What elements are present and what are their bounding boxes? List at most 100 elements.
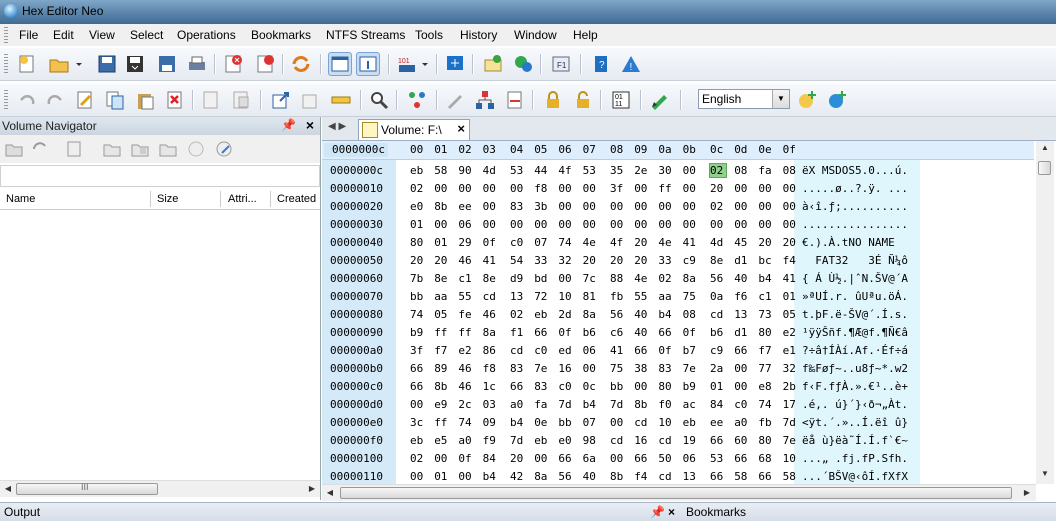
new-file-button[interactable] bbox=[16, 53, 38, 75]
hex-byte[interactable]: 66 bbox=[710, 434, 726, 447]
ascii-text[interactable]: ¹ÿÿŠñf.¶Æ@f.¶Ñ€â bbox=[802, 326, 908, 339]
hex-byte[interactable]: bb bbox=[610, 380, 626, 393]
hex-byte[interactable]: 0f bbox=[683, 326, 699, 339]
hex-byte[interactable]: 32 bbox=[783, 362, 799, 375]
hex-byte[interactable]: 46 bbox=[458, 254, 474, 267]
hex-byte[interactable]: 44 bbox=[534, 164, 550, 177]
hex-byte[interactable]: eb bbox=[410, 164, 426, 177]
column-attributes[interactable]: Attri... bbox=[228, 193, 257, 205]
scrollbar-thumb[interactable]: III bbox=[16, 482, 158, 495]
edit-button[interactable] bbox=[74, 89, 96, 111]
hex-byte[interactable]: fa bbox=[534, 398, 550, 411]
hex-byte[interactable]: 7d bbox=[510, 434, 526, 447]
hex-byte[interactable]: 00 bbox=[483, 182, 499, 195]
hex-byte[interactable]: 30 bbox=[658, 164, 674, 177]
hex-byte[interactable]: 00 bbox=[534, 218, 550, 231]
hex-byte[interactable]: 4f bbox=[610, 236, 626, 249]
menu-help[interactable]: Help bbox=[573, 28, 598, 42]
ascii-text[interactable]: €.).À.tNO NAME bbox=[802, 236, 908, 249]
hex-byte[interactable]: 77 bbox=[758, 362, 774, 375]
hex-byte[interactable]: 20 bbox=[710, 182, 726, 195]
hex-byte[interactable]: 00 bbox=[434, 452, 450, 465]
hex-byte[interactable]: 02 bbox=[510, 308, 526, 321]
hex-byte[interactable]: bc bbox=[758, 254, 774, 267]
hex-byte[interactable]: 89 bbox=[434, 362, 450, 375]
hex-byte[interactable]: 75 bbox=[610, 362, 626, 375]
ascii-text[interactable]: ëX MSDOS5.0...ú. bbox=[802, 164, 908, 177]
hex-byte[interactable]: aa bbox=[434, 290, 450, 303]
hex-byte[interactable]: 81 bbox=[583, 290, 599, 303]
hex-byte[interactable]: 8a bbox=[483, 326, 499, 339]
hex-byte[interactable]: 08 bbox=[683, 308, 699, 321]
hex-byte[interactable]: 10 bbox=[783, 452, 799, 465]
hex-byte[interactable]: cd bbox=[658, 470, 674, 483]
unlock-button[interactable] bbox=[572, 89, 594, 111]
hex-byte[interactable]: cd bbox=[658, 434, 674, 447]
hex-byte[interactable]: 2b bbox=[783, 380, 799, 393]
view-mode-hex-button[interactable] bbox=[328, 52, 352, 76]
hex-byte[interactable]: f6 bbox=[734, 290, 750, 303]
hex-byte[interactable]: b6 bbox=[583, 326, 599, 339]
hex-byte[interactable]: bd bbox=[534, 272, 550, 285]
folder-copy-button[interactable] bbox=[130, 139, 150, 159]
hex-byte[interactable]: 66 bbox=[734, 344, 750, 357]
ascii-text[interactable]: à‹î.ƒ;.......... bbox=[802, 200, 908, 213]
hex-byte[interactable]: 68 bbox=[758, 452, 774, 465]
hex-byte[interactable]: c9 bbox=[710, 344, 726, 357]
hex-byte[interactable]: 66 bbox=[734, 452, 750, 465]
hex-byte[interactable]: 02 bbox=[410, 452, 426, 465]
open-dropdown-icon[interactable] bbox=[74, 53, 84, 75]
hex-byte[interactable]: f9 bbox=[483, 434, 499, 447]
hex-byte[interactable]: 33 bbox=[534, 254, 550, 267]
hex-byte[interactable]: 08 bbox=[783, 164, 799, 177]
hex-byte[interactable]: 8a bbox=[583, 308, 599, 321]
hex-byte[interactable]: 7b bbox=[410, 272, 426, 285]
hex-byte[interactable]: 7e bbox=[783, 434, 799, 447]
pin-icon[interactable]: 📌 bbox=[650, 505, 665, 519]
patch-button[interactable] bbox=[504, 89, 526, 111]
hex-byte[interactable]: 0f bbox=[658, 344, 674, 357]
menu-ntfs-streams[interactable]: NTFS Streams bbox=[326, 28, 405, 42]
hex-byte[interactable]: 20 bbox=[758, 236, 774, 249]
hex-byte[interactable]: 40 bbox=[634, 308, 650, 321]
hex-byte[interactable]: 46 bbox=[483, 308, 499, 321]
hex-byte[interactable]: 60 bbox=[734, 434, 750, 447]
hex-byte[interactable]: 0f bbox=[458, 452, 474, 465]
hex-byte[interactable]: ed bbox=[558, 344, 574, 357]
hex-byte[interactable]: 66 bbox=[634, 344, 650, 357]
hex-byte[interactable]: 00 bbox=[734, 362, 750, 375]
hex-byte[interactable]: 41 bbox=[483, 254, 499, 267]
hex-byte[interactable]: 06 bbox=[583, 344, 599, 357]
hex-byte[interactable]: 66 bbox=[558, 452, 574, 465]
hex-byte[interactable]: 66 bbox=[710, 470, 726, 483]
hex-byte[interactable]: 8e bbox=[483, 272, 499, 285]
hex-byte[interactable]: 20 bbox=[634, 254, 650, 267]
hex-byte[interactable]: e2 bbox=[458, 344, 474, 357]
hex-byte[interactable]: 58 bbox=[783, 470, 799, 483]
hex-byte[interactable]: 00 bbox=[483, 218, 499, 231]
output-panel-tab[interactable]: Output bbox=[4, 505, 40, 519]
hex-byte[interactable]: 55 bbox=[634, 290, 650, 303]
pin-icon[interactable]: 📌 bbox=[281, 118, 296, 132]
hex-byte[interactable]: 66 bbox=[410, 380, 426, 393]
hex-byte[interactable]: 00 bbox=[634, 200, 650, 213]
hex-byte[interactable]: 6a bbox=[583, 452, 599, 465]
hex-byte[interactable]: 19 bbox=[683, 434, 699, 447]
encoding-button[interactable]: 101 bbox=[396, 53, 418, 75]
hex-byte[interactable]: 8e bbox=[710, 254, 726, 267]
hex-byte[interactable]: e9 bbox=[434, 398, 450, 411]
network-button[interactable] bbox=[512, 53, 534, 75]
binary-button[interactable]: 01 11 bbox=[610, 89, 632, 111]
hex-byte[interactable]: 83 bbox=[510, 200, 526, 213]
menu-history[interactable]: History bbox=[460, 28, 497, 42]
hex-byte[interactable]: 4f bbox=[558, 164, 574, 177]
hex-byte[interactable]: 10 bbox=[558, 290, 574, 303]
hex-byte[interactable]: eb bbox=[410, 434, 426, 447]
folder-button[interactable] bbox=[102, 139, 122, 159]
ascii-text[interactable]: ...´BŠV@‹ôÍ.fXfX bbox=[802, 470, 908, 483]
hex-byte[interactable]: 16 bbox=[634, 434, 650, 447]
column-size[interactable]: Size bbox=[157, 193, 178, 205]
print-button[interactable] bbox=[186, 53, 208, 75]
hex-byte[interactable]: 3f bbox=[410, 344, 426, 357]
ascii-text[interactable]: t.þF.ë-ŠV@´.Í.s. bbox=[802, 308, 908, 321]
